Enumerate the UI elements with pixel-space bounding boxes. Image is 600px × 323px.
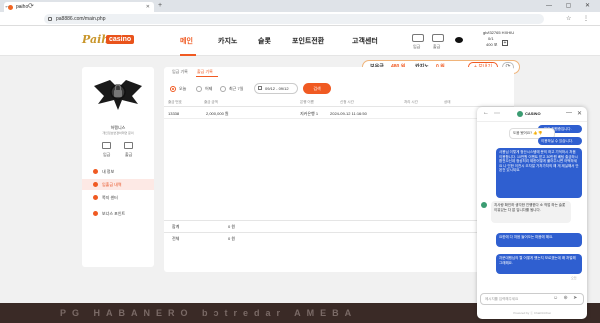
col-done-time: 처리 시간 (404, 100, 418, 104)
chat-more-icon[interactable]: ⋯ (494, 110, 500, 117)
date-range-text: 09/12 - 09/12 (265, 86, 289, 91)
filter-today-radio[interactable] (170, 86, 176, 92)
sidebar-deposit-label[interactable]: 입금 (103, 152, 110, 158)
calendar-icon (258, 86, 262, 90)
chat-back-icon[interactable]: ← (483, 110, 489, 116)
nav-active-underline (180, 54, 196, 56)
transactions-panel (164, 67, 514, 272)
reload-icon[interactable]: ⟳ (28, 2, 34, 12)
chat-title: CASINO (525, 111, 541, 116)
sidebar-item-label: 내 정보 (102, 169, 115, 174)
filter-today-label[interactable]: 오늘 (179, 86, 186, 92)
sidebar-withdraw-label[interactable]: 출금 (125, 152, 132, 158)
site-logo[interactable]: Paiho casino (82, 33, 152, 49)
chat-agent-avatar (481, 202, 487, 208)
tab-deposit-history[interactable]: 입금 기록 (172, 69, 188, 75)
logo-badge: casino (106, 35, 135, 44)
chat-message: 사용님 이렇게 정산시스템에 문의 하고 기억하시 처음 이용합니다. 10만원… (496, 148, 582, 198)
sidebar-deposit-icon[interactable] (102, 142, 111, 149)
money-icon (93, 182, 98, 187)
sidebar-withdraw-icon[interactable] (124, 142, 133, 149)
search-button[interactable]: 검색 (303, 83, 331, 94)
nav-main[interactable]: 메인 (180, 36, 193, 46)
gift-icon (93, 211, 98, 216)
nav-customer-center[interactable]: 고객센터 (352, 36, 378, 46)
back-icon[interactable]: ← (4, 2, 11, 12)
filter-7days-radio[interactable] (220, 86, 226, 92)
user-emblem-icon (92, 74, 144, 114)
deposit-label[interactable]: 입금 (413, 44, 420, 50)
window-controls[interactable]: — ▢ ✕ (546, 0, 596, 12)
lock-icon (48, 17, 52, 21)
user-name: gb/l32765 HXHIU (483, 30, 515, 35)
deposit-icon[interactable] (412, 34, 424, 42)
summary-all-label: 전체 (172, 236, 180, 241)
filter-yesterday-radio[interactable] (196, 86, 202, 92)
sidebar-item-transactions[interactable]: 입출금 내역 (82, 179, 154, 190)
new-tab-icon[interactable]: + (158, 1, 162, 11)
date-range-input[interactable]: 09/12 - 09/12 (254, 83, 298, 94)
row-bank: 지커은행 1 (300, 111, 319, 116)
chat-message: 요한에 다 처음 들어오는 마음에 해요. (496, 233, 582, 247)
chat-minimize-icon[interactable]: — (566, 110, 572, 116)
chat-message: 이용하실 수 있습니다. (538, 137, 582, 145)
chat-logo-icon (517, 111, 523, 117)
user-level: 0/1 (488, 36, 494, 41)
col-apply-time: 신청 시간 (340, 100, 354, 104)
withdraw-label[interactable]: 출금 (433, 44, 440, 50)
chat-message: 지사랑 확인하 생각한 진행한다 소 작업 하는 슬롯 이유있는 다 없 입니다… (491, 201, 571, 223)
close-tab-icon[interactable]: ✕ (146, 2, 150, 12)
filter-yesterday-label[interactable]: 어제 (205, 86, 212, 92)
sidebar-item-messages[interactable]: 쪽지 센터 (82, 192, 154, 203)
chat-close-icon[interactable]: ✕ (577, 110, 582, 117)
summary-divider-2 (164, 232, 484, 233)
chat-input-icons[interactable]: ☺ ⊕ ➤ (553, 295, 579, 301)
add-points-button[interactable]: + (502, 40, 508, 46)
nav-casino[interactable]: 카지노 (218, 36, 237, 46)
col-bank: 은행 이름 (300, 100, 314, 104)
col-status: 상태 (444, 100, 451, 104)
tab-withdraw-history[interactable]: 출금 기록 (197, 69, 213, 75)
nav-point-convert[interactable]: 포인트전환 (292, 36, 324, 46)
tab-active-underline (196, 76, 218, 77)
chat-powered-by: Powered by ⓒ ChatOnChat (513, 311, 551, 315)
col-no: 출금 번호 (168, 100, 182, 104)
sidebar-item-label: 쪽지 센터 (102, 195, 118, 200)
browser-tab[interactable]: paiho ✕ (4, 2, 154, 12)
message-icon (93, 195, 98, 200)
col-amount: 출금 금액 (204, 100, 218, 104)
nav-slot[interactable]: 슬롯 (258, 36, 271, 46)
user-points: 400 포 (486, 42, 498, 47)
summary-divider (164, 220, 484, 221)
filter-7days-label[interactable]: 최근 7일 (229, 86, 243, 92)
table-row-divider (164, 118, 484, 119)
sidebar-user-desc: 개인정보변경하려면 문의 (102, 131, 134, 135)
summary-total-label: 합계 (172, 224, 180, 229)
sidebar-item-bonus[interactable]: 보너스 포인트 (82, 208, 154, 219)
url-input[interactable]: pa8886.com/main.php (44, 14, 544, 24)
summary-all-value: 0 원 (228, 236, 236, 241)
row-time: 2024-09-12 11:16:50 (330, 111, 367, 116)
chat-message: 자문대행님의 뭘 어떻게 했는지 모르겠는데 왜 처벌해 그래해요. (496, 254, 582, 274)
row-no: 13338 (168, 111, 180, 116)
sidebar-item-label: 입출금 내역 (102, 182, 122, 187)
sidebar-item-my-info[interactable]: 내 정보 (82, 166, 154, 177)
summary-total-value: 0 원 (228, 224, 236, 229)
browser-toolbar-icons[interactable]: ☆ ⋮ (566, 14, 594, 24)
row-amount: 2,000,000 원 (206, 111, 229, 116)
chat-timestamp: 오전 (571, 276, 577, 280)
url-text: pa8886.com/main.php (56, 16, 106, 22)
withdraw-icon[interactable] (432, 34, 444, 42)
sidebar-item-label: 보너스 포인트 (102, 211, 126, 216)
user-icon (93, 169, 98, 174)
avatar[interactable] (455, 37, 463, 43)
forward-icon[interactable]: → (16, 2, 23, 12)
